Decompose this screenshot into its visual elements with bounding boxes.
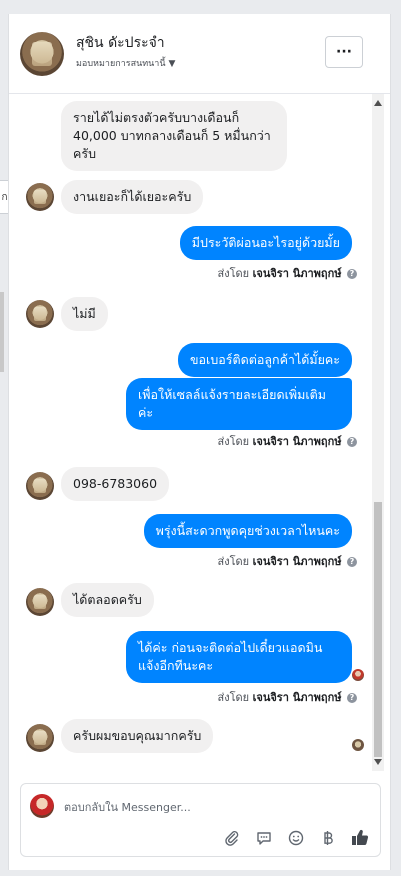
incoming-message: ครับผมขอบคุณมากครับ bbox=[61, 719, 214, 753]
sent-by-label: ส่งโดย เจนจิรา นิภาพฤกษ์ ? bbox=[218, 552, 357, 570]
speech-bubble-icon[interactable] bbox=[254, 828, 274, 848]
page-avatar bbox=[30, 794, 54, 818]
contact-avatar[interactable] bbox=[20, 32, 64, 76]
sent-by-label: ส่งโดย เจนจิรา นิภาพฤกษ์ ? bbox=[218, 264, 357, 282]
scroll-up-arrow-icon[interactable] bbox=[374, 100, 382, 106]
sender-name[interactable]: เจนจิรา นิภาพฤกษ์ bbox=[253, 267, 342, 280]
contact-name[interactable]: สุชิน ดัะประจำ bbox=[76, 32, 165, 54]
thumbs-up-icon[interactable] bbox=[350, 828, 370, 848]
seen-indicator-avatar bbox=[352, 739, 364, 751]
caret-down-icon: ▼ bbox=[168, 59, 176, 69]
message-thread: รายได้ไม่ตรงตัวครับบางเดือนก็ 40,000 บาท… bbox=[9, 94, 374, 771]
contact-avatar-small[interactable] bbox=[26, 300, 54, 328]
sent-by-label: ส่งโดย เจนจิรา นิภาพฤกษ์ ? bbox=[218, 688, 357, 706]
sender-name[interactable]: เจนจิรา นิภาพฤกษ์ bbox=[253, 555, 342, 568]
scroll-down-arrow-icon[interactable] bbox=[374, 759, 382, 765]
smiley-icon[interactable] bbox=[286, 828, 306, 848]
info-icon[interactable]: ? bbox=[347, 557, 357, 567]
sent-by-prefix: ส่งโดย bbox=[217, 555, 250, 568]
incoming-message: รายได้ไม่ตรงตัวครับบางเดือนก็ 40,000 บาท… bbox=[61, 101, 287, 171]
reply-composer[interactable]: ตอบกลับใน Messenger... bbox=[20, 783, 381, 857]
sent-by-label: ส่งโดย เจนจิรา นิภาพฤกษ์ ? bbox=[218, 432, 357, 450]
outgoing-message: พรุ่งนี้สะดวกพูดคุยช่วงเวลาไหนคะ bbox=[143, 514, 352, 548]
assign-label: มอบหมายการสนทนานี้ bbox=[76, 59, 166, 69]
sent-by-prefix: ส่งโดย bbox=[217, 435, 250, 448]
sent-by-prefix: ส่งโดย bbox=[217, 691, 250, 704]
incoming-message: 098-6783060 bbox=[61, 467, 170, 501]
info-icon[interactable]: ? bbox=[347, 437, 357, 447]
baht-icon[interactable] bbox=[318, 828, 338, 848]
assign-conversation-dropdown[interactable]: มอบหมายการสนทนานี้ ▼ bbox=[76, 56, 175, 70]
incoming-message: ได้ตลอดครับ bbox=[61, 583, 154, 617]
seen-indicator-avatar bbox=[352, 669, 364, 681]
incoming-message: งานเยอะก็ได้เยอะครับ bbox=[61, 180, 204, 214]
sent-by-prefix: ส่งโดย bbox=[217, 267, 250, 280]
incoming-message: ไม่มี bbox=[61, 297, 108, 331]
sender-name[interactable]: เจนจิรา นิภาพฤกษ์ bbox=[253, 435, 342, 448]
outgoing-message: ได้ค่ะ ก่อนจะติดต่อไปเดี๋ยวแอดมินแจ้งอีก… bbox=[126, 631, 352, 683]
contact-avatar-small[interactable] bbox=[26, 183, 54, 211]
sender-name[interactable]: เจนจิรา นิภาพฤกษ์ bbox=[253, 691, 342, 704]
composer-toolbar bbox=[222, 828, 370, 848]
paperclip-icon[interactable] bbox=[222, 828, 242, 848]
more-options-button[interactable]: ··· bbox=[325, 36, 363, 68]
thread-scrollbar[interactable] bbox=[372, 94, 384, 771]
contact-avatar-small[interactable] bbox=[26, 588, 54, 616]
outgoing-message: เพื่อให้เซลล์แจ้งรายละเอียดเพิ่มเติมค่ะ bbox=[126, 378, 352, 430]
outgoing-message: ขอเบอร์ติดต่อลูกค้าได้มั้ยคะ bbox=[178, 343, 352, 377]
conversation-panel: สุชิน ดัะประจำ มอบหมายการสนทนานี้ ▼ ··· ร… bbox=[8, 14, 391, 870]
contact-avatar-small[interactable] bbox=[26, 724, 54, 752]
conversation-header: สุชิน ดัะประจำ มอบหมายการสนทนานี้ ▼ ··· bbox=[9, 14, 390, 94]
outgoing-message: มีประวัติผ่อนอะไรอยู่ด้วยมั้ย bbox=[179, 226, 352, 260]
contact-avatar-small[interactable] bbox=[26, 472, 54, 500]
info-icon[interactable]: ? bbox=[347, 269, 357, 279]
reply-input[interactable]: ตอบกลับใน Messenger... bbox=[64, 798, 191, 816]
left-scroll-strip bbox=[0, 292, 4, 372]
scrollbar-thumb[interactable] bbox=[374, 502, 382, 757]
info-icon[interactable]: ? bbox=[347, 693, 357, 703]
